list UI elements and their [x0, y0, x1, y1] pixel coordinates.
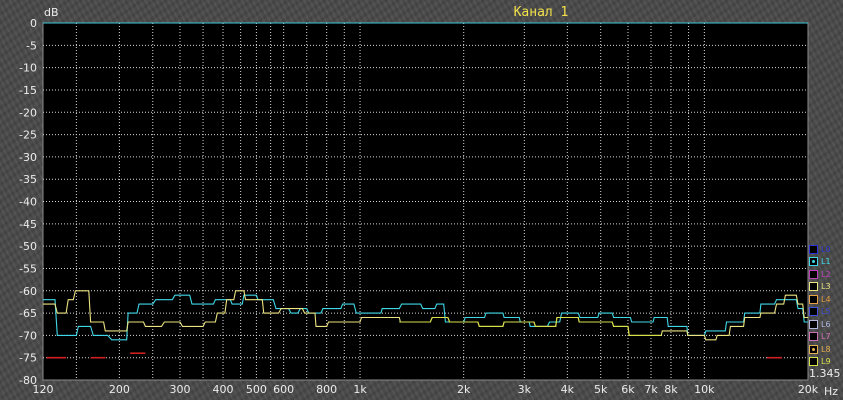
legend-dot — [812, 347, 815, 351]
legend-item-l7[interactable]: L7 — [809, 331, 841, 344]
legend-swatch — [809, 244, 818, 254]
legend-label: L0 — [821, 244, 831, 254]
x-tick-label: 3k — [518, 383, 532, 396]
legend-label: L6 — [821, 319, 831, 329]
y-tick-label: -50 — [19, 240, 37, 253]
legend-swatch — [809, 294, 818, 304]
corner-value: 1.345 — [809, 367, 841, 380]
legend-item-l0[interactable]: L0 — [809, 243, 841, 256]
x-axis-unit: Hz — [824, 385, 838, 398]
x-tick-label: 5k — [594, 383, 608, 396]
legend-swatch — [809, 282, 818, 292]
legend-swatch — [809, 257, 818, 267]
legend-label: L7 — [821, 332, 831, 342]
x-tick-label: 120 — [33, 383, 54, 396]
y-tick-label: -10 — [19, 62, 37, 75]
legend-item-l8[interactable]: L8 — [809, 343, 841, 356]
chart-svg: Канал 1 dB 1.345 Hz 0 -5 -10 -15 -20 -25 -30 -3… — [19, 5, 841, 398]
legend-swatch — [809, 332, 818, 342]
y-tick-label: -75 — [19, 352, 37, 365]
legend-swatch — [809, 357, 818, 367]
x-tick-label: 800 — [316, 383, 337, 396]
legend-swatch — [809, 269, 818, 279]
y-tick-label: -35 — [19, 173, 37, 186]
legend-swatch — [809, 319, 818, 329]
legend-label: L9 — [821, 357, 831, 367]
x-tick-label: 4k — [561, 383, 575, 396]
x-tick-label: 400 — [213, 383, 234, 396]
legend-dot — [812, 260, 815, 264]
y-tick-label: -40 — [19, 196, 37, 209]
legend-label: L2 — [821, 269, 831, 279]
y-tick-label: -45 — [19, 218, 37, 231]
x-tick-label: 600 — [273, 383, 294, 396]
y-tick-label: -5 — [26, 39, 37, 52]
chart-title: Канал 1 — [514, 5, 569, 20]
legend-swatch — [809, 344, 818, 354]
legend-label: L4 — [821, 294, 831, 304]
legend-label: L5 — [821, 307, 831, 317]
y-tick-label: -15 — [19, 84, 37, 97]
x-tick-label: 200 — [109, 383, 130, 396]
x-tick-label: 20k — [798, 383, 819, 396]
x-tick-label: 2k — [457, 383, 471, 396]
y-tick-label: -70 — [19, 329, 37, 342]
x-tick-label: 10k — [694, 383, 715, 396]
y-tick-label: -20 — [19, 106, 37, 119]
x-tick-label: 1k — [353, 383, 367, 396]
legend-item-l6[interactable]: L6 — [809, 318, 841, 331]
x-tick-label: 7k — [644, 383, 658, 396]
legend-swatch — [809, 307, 818, 317]
y-tick-labels: 0 -5 -10 -15 -20 -25 -30 -35 -40 -45 -50 -55 -60 -65 -… — [19, 17, 37, 387]
x-tick-labels: 120 200 300 400 500 600 800 1k 2k 3k 4k 5k 6k 7k 8k 10k… — [33, 383, 819, 396]
y-tick-label: -65 — [19, 307, 37, 320]
x-tick-label: 8k — [664, 383, 678, 396]
x-tick-label: 500 — [246, 383, 267, 396]
legend: L0 L1 L2 L3 L4 L5 L6 L7 L8 L9 — [809, 243, 841, 368]
legend-item-l4[interactable]: L4 — [809, 293, 841, 306]
legend-item-l1[interactable]: L1 — [809, 256, 841, 269]
y-tick-label: -60 — [19, 285, 37, 298]
legend-item-l3[interactable]: L3 — [809, 281, 841, 294]
y-tick-label: -25 — [19, 129, 37, 142]
y-tick-label: 0 — [30, 17, 37, 30]
legend-label: L1 — [821, 257, 831, 267]
legend-item-l2[interactable]: L2 — [809, 268, 841, 281]
x-tick-label: 300 — [170, 383, 191, 396]
legend-item-l5[interactable]: L5 — [809, 306, 841, 319]
y-axis-unit: dB — [44, 6, 59, 19]
y-tick-label: -30 — [19, 151, 37, 164]
legend-label: L3 — [821, 282, 831, 292]
legend-item-l9[interactable]: L9 — [809, 356, 841, 369]
x-tick-label: 6k — [621, 383, 635, 396]
legend-label: L8 — [821, 344, 831, 354]
y-tick-label: -55 — [19, 262, 37, 275]
